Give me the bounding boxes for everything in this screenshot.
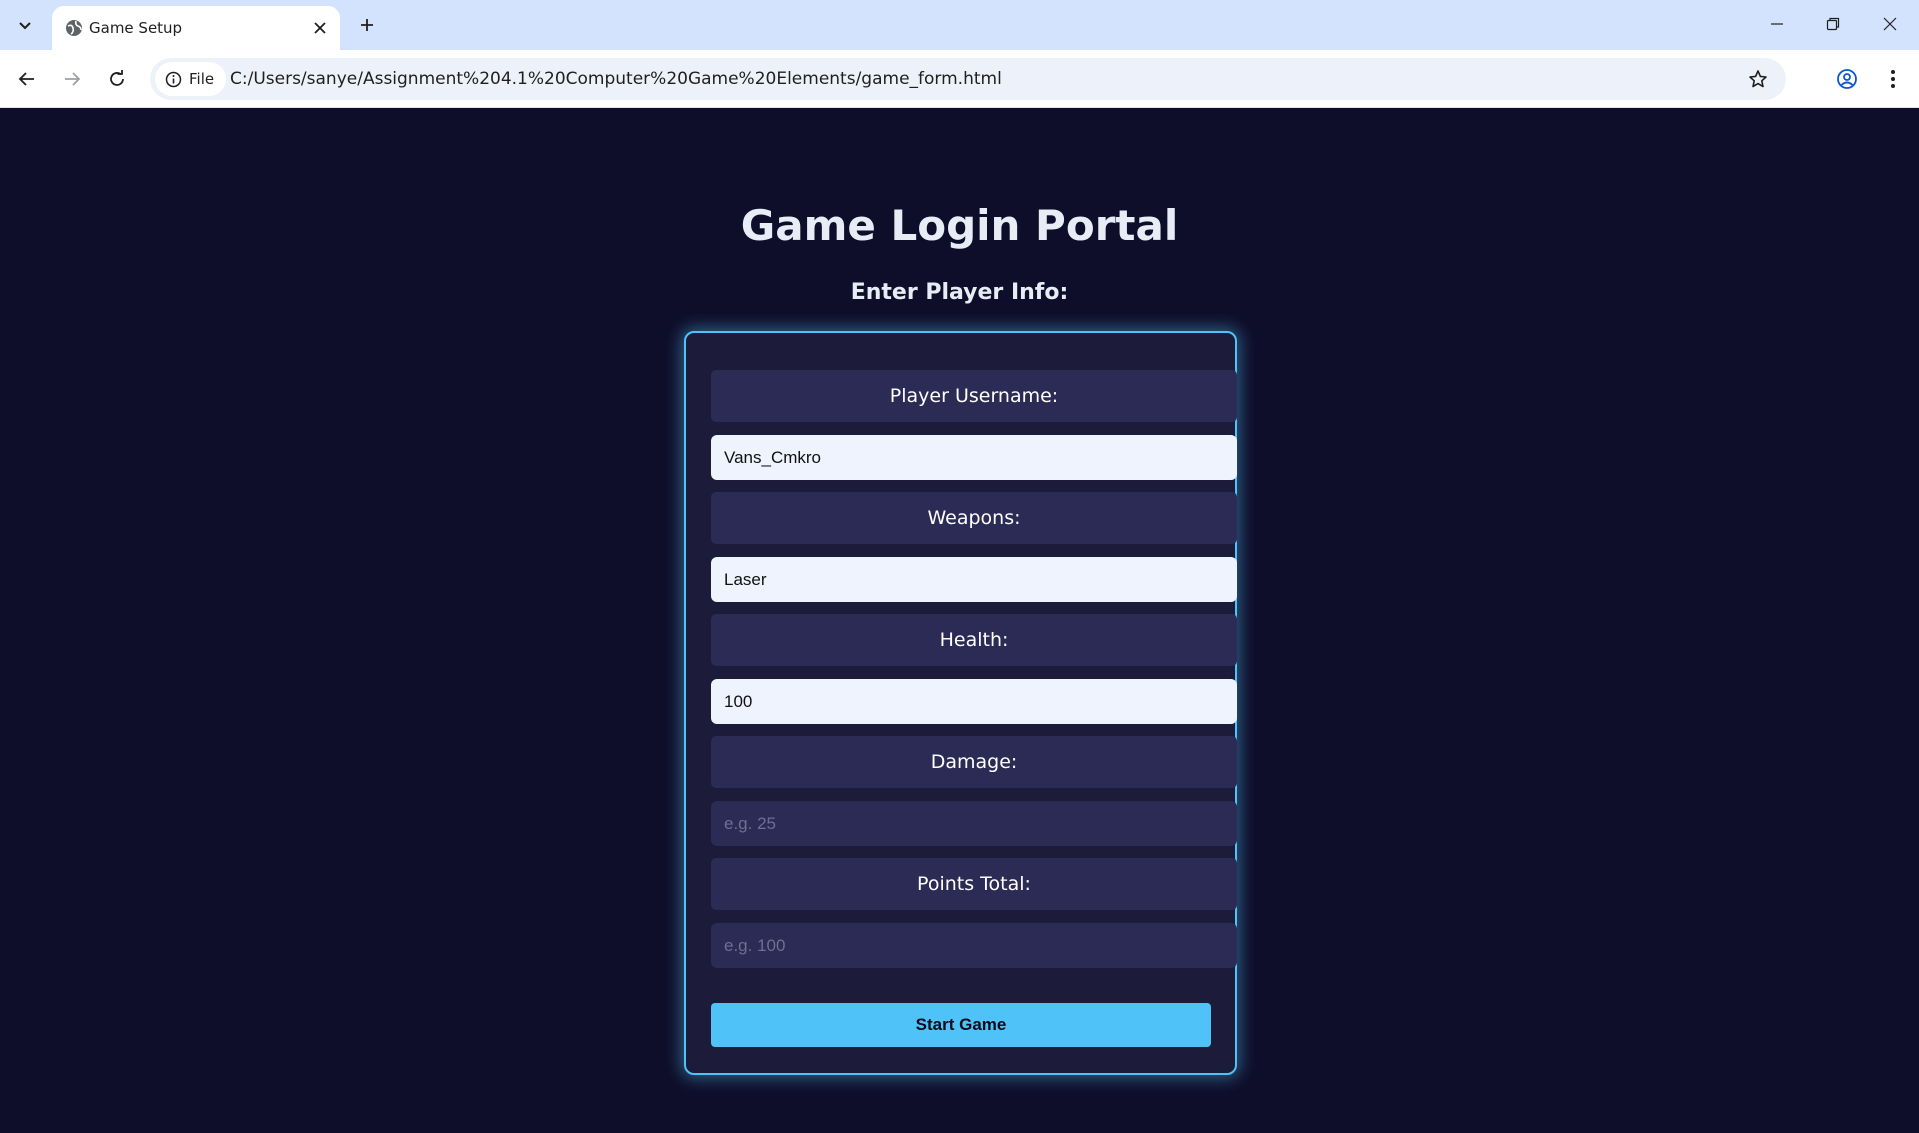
address-bar[interactable]: File C:/Users/sanye/Assignment%204.1%20C… bbox=[150, 58, 1786, 100]
back-button[interactable] bbox=[10, 62, 44, 96]
plus-icon bbox=[361, 19, 373, 31]
star-icon bbox=[1749, 70, 1767, 88]
page-title: Game Login Portal bbox=[740, 201, 1179, 250]
info-icon bbox=[165, 71, 182, 87]
chevron-down-icon bbox=[19, 22, 31, 30]
reload-icon bbox=[110, 70, 124, 86]
points-total-input[interactable] bbox=[711, 923, 1237, 968]
site-info-chip[interactable]: File bbox=[155, 62, 227, 96]
arrow-right-icon bbox=[65, 72, 81, 86]
close-icon bbox=[314, 22, 326, 34]
forward-button[interactable] bbox=[55, 62, 89, 96]
weapons-input[interactable] bbox=[711, 557, 1237, 602]
account-circle-icon bbox=[1837, 69, 1857, 89]
site-info-label: File bbox=[189, 70, 215, 88]
points-total-label: Points Total: bbox=[711, 858, 1237, 910]
minimize-icon bbox=[1771, 23, 1783, 25]
damage-input[interactable] bbox=[711, 801, 1237, 846]
restore-button[interactable] bbox=[1811, 6, 1855, 42]
reload-button[interactable] bbox=[100, 62, 134, 96]
bookmark-button[interactable] bbox=[1746, 67, 1770, 91]
tab-title: Game Setup bbox=[89, 19, 183, 37]
browser-tab-bar: Game Setup bbox=[0, 0, 1919, 50]
arrow-left-icon bbox=[18, 72, 34, 86]
health-input[interactable] bbox=[711, 679, 1237, 724]
more-vertical-icon bbox=[1891, 70, 1895, 88]
username-input[interactable] bbox=[711, 435, 1237, 480]
tab-close-button[interactable] bbox=[310, 18, 330, 38]
player-info-form: Player Username: Weapons: Health: Damage… bbox=[684, 331, 1237, 1075]
profile-button[interactable] bbox=[1830, 62, 1864, 96]
username-label: Player Username: bbox=[711, 370, 1237, 422]
start-game-button[interactable]: Start Game bbox=[711, 1003, 1211, 1047]
tab-search-button[interactable] bbox=[8, 10, 42, 40]
new-tab-button[interactable] bbox=[352, 10, 382, 40]
page-subtitle: Enter Player Info: bbox=[850, 280, 1069, 305]
restore-icon bbox=[1826, 17, 1840, 31]
damage-label: Damage: bbox=[711, 736, 1237, 788]
menu-button[interactable] bbox=[1876, 62, 1910, 96]
minimize-button[interactable] bbox=[1755, 6, 1799, 42]
page-content: Game Login Portal Enter Player Info: Pla… bbox=[0, 109, 1919, 1133]
weapons-label: Weapons: bbox=[711, 492, 1237, 544]
globe-icon bbox=[66, 20, 82, 36]
health-label: Health: bbox=[711, 614, 1237, 666]
browser-toolbar: File C:/Users/sanye/Assignment%204.1%20C… bbox=[0, 50, 1919, 108]
close-window-button[interactable] bbox=[1868, 6, 1912, 42]
browser-tab[interactable]: Game Setup bbox=[52, 6, 340, 50]
url-text[interactable]: C:/Users/sanye/Assignment%204.1%20Comput… bbox=[230, 69, 1002, 89]
close-icon bbox=[1883, 17, 1897, 31]
